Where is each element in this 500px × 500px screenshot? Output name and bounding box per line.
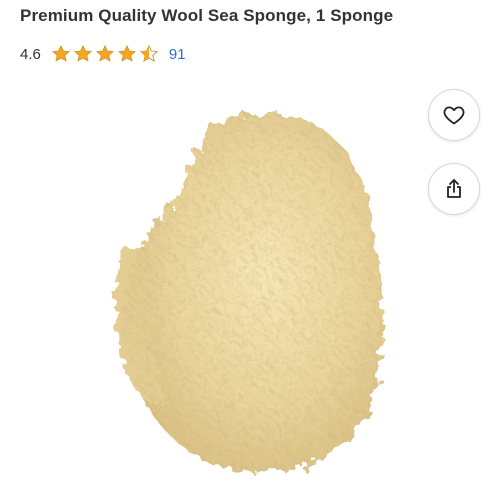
star-full-icon xyxy=(51,44,71,64)
rating-value: 4.6 xyxy=(20,45,41,63)
rating-row[interactable]: 4.6 91 xyxy=(20,42,186,66)
star-full-icon xyxy=(95,44,115,64)
share-icon xyxy=(442,177,466,201)
heart-icon xyxy=(442,103,466,127)
star-half-icon xyxy=(139,44,159,64)
wishlist-button[interactable] xyxy=(428,89,480,141)
sea-sponge-image xyxy=(115,112,384,473)
product-title: Premium Quality Wool Sea Sponge, 1 Spong… xyxy=(20,6,394,25)
review-count-link[interactable]: 91 xyxy=(169,46,186,63)
product-image[interactable] xyxy=(105,100,405,485)
share-button[interactable] xyxy=(428,163,480,215)
star-full-icon xyxy=(117,44,137,64)
star-full-icon xyxy=(73,44,93,64)
star-rating[interactable] xyxy=(51,44,161,64)
